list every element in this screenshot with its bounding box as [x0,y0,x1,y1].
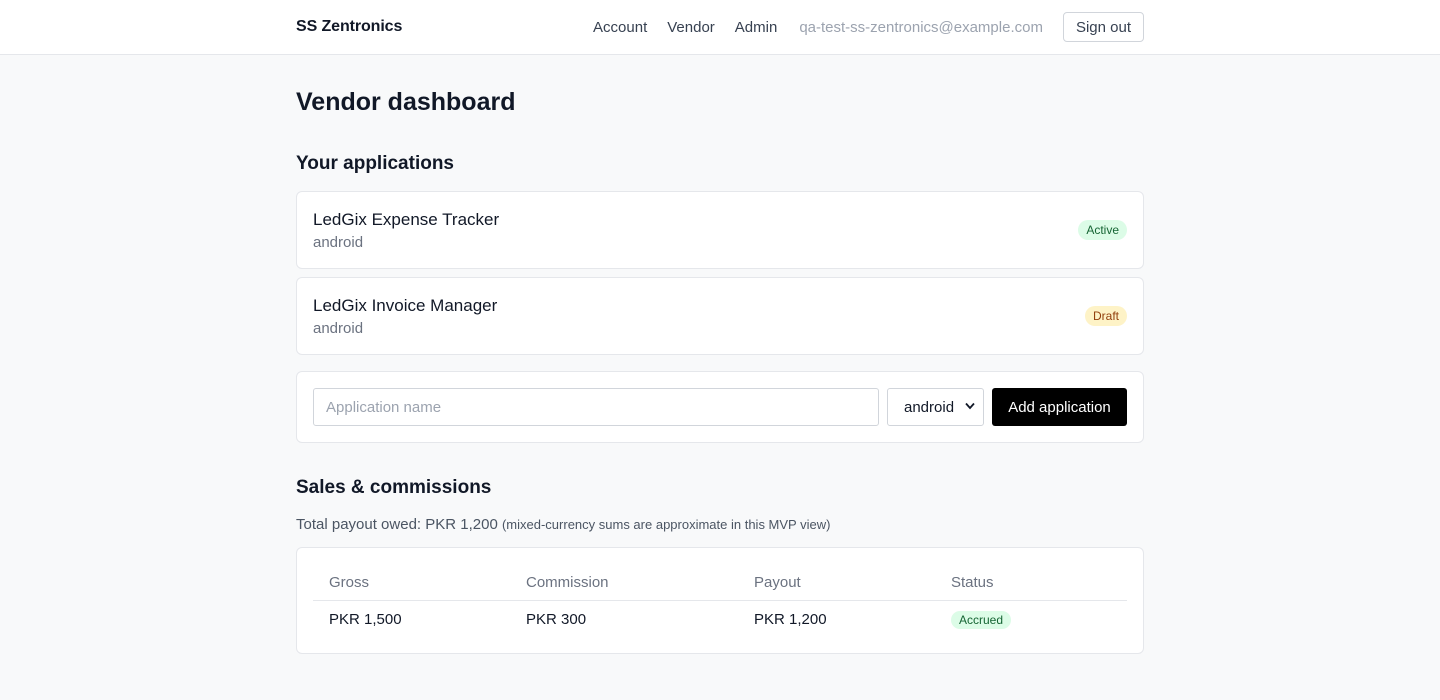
application-name: LedGix Invoice Manager [313,296,498,315]
status-badge: Accrued [951,611,1012,629]
applications-heading: Your applications [296,153,455,174]
application-name: LedGix Expense Tracker [313,210,500,229]
total-payout: Total payout owed: PKR 1,200 (mixed-curr… [296,516,830,533]
table-divider [313,600,1127,601]
top-navbar: SS Zentronics Account Vendor Admin qa-te… [0,0,1440,55]
nav-admin-link[interactable]: Admin [735,19,778,36]
application-platform: android [313,320,364,337]
platform-select[interactable]: android [887,388,984,426]
brand-logo[interactable]: SS Zentronics [296,18,402,36]
status-badge: Draft [1084,306,1127,326]
application-card[interactable]: LedGix Expense Tracker android Active [296,191,1144,269]
status-badge: Active [1078,220,1127,240]
sign-out-button[interactable]: Sign out [1062,12,1144,42]
column-header-status: Status [951,574,994,591]
column-header-gross: Gross [329,574,370,591]
user-email: qa-test-ss-zentronics@example.com [799,18,1043,36]
platform-select-value: android [904,398,955,416]
application-platform: android [313,234,364,251]
sales-table: Gross Commission Payout Status PKR 1,500… [296,547,1144,654]
nav-account-link[interactable]: Account [593,19,647,36]
sales-heading: Sales & commissions [296,477,492,498]
application-name-input[interactable] [313,388,879,426]
chevron-down-icon [965,401,975,413]
payout-note: (mixed-currency sums are approximate in … [501,517,831,532]
add-application-button[interactable]: Add application [992,388,1127,426]
add-application-form: android Add application [296,371,1144,443]
column-header-commission: Commission [526,574,609,591]
column-header-payout: Payout [754,574,801,591]
nav-vendor-link[interactable]: Vendor [667,19,715,36]
page-title: Vendor dashboard [296,88,516,116]
table-cell-gross: PKR 1,500 [329,611,402,628]
application-card[interactable]: LedGix Invoice Manager android Draft [296,277,1144,355]
payout-amount: Total payout owed: PKR 1,200 [296,516,498,533]
nav-menu: Account Vendor Admin qa-test-ss-zentroni… [593,12,1144,42]
table-cell-commission: PKR 300 [526,611,587,628]
table-cell-payout: PKR 1,200 [754,611,827,628]
